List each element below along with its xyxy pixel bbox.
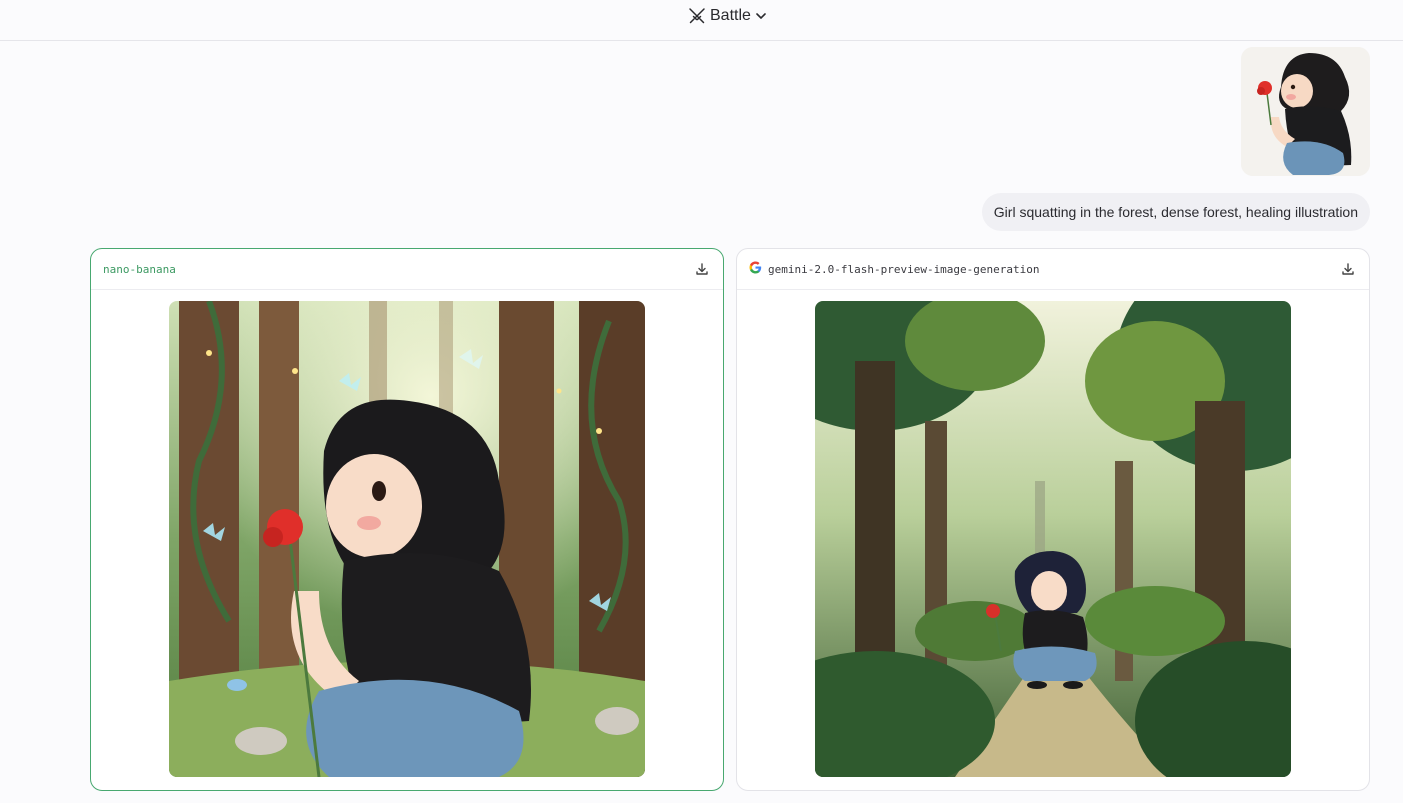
download-icon[interactable] — [693, 260, 711, 278]
top-bar: Battle — [0, 0, 1403, 41]
google-icon — [749, 261, 762, 277]
prompt-text: Girl squatting in the forest, dense fore… — [993, 204, 1358, 220]
generated-image[interactable] — [815, 301, 1291, 777]
mode-selector[interactable]: Battle — [688, 5, 767, 27]
generated-image[interactable] — [169, 301, 645, 777]
response-card-b[interactable]: gemini-2.0-flash-preview-image-generatio… — [736, 248, 1370, 791]
model-name: nano-banana — [103, 263, 176, 276]
response-card-a[interactable]: nano-banana — [90, 248, 724, 791]
model-name: gemini-2.0-flash-preview-image-generatio… — [749, 261, 1040, 277]
download-icon[interactable] — [1339, 260, 1357, 278]
card-header: gemini-2.0-flash-preview-image-generatio… — [737, 249, 1369, 290]
mode-label: Battle — [710, 7, 751, 24]
model-name-text: nano-banana — [103, 262, 176, 276]
user-attachment-image[interactable] — [1241, 47, 1370, 176]
swords-icon — [688, 7, 706, 25]
card-header: nano-banana — [91, 249, 723, 290]
chevron-down-icon — [755, 10, 767, 22]
model-name-text: gemini-2.0-flash-preview-image-generatio… — [768, 262, 1040, 276]
user-prompt-bubble: Girl squatting in the forest, dense fore… — [981, 193, 1370, 231]
